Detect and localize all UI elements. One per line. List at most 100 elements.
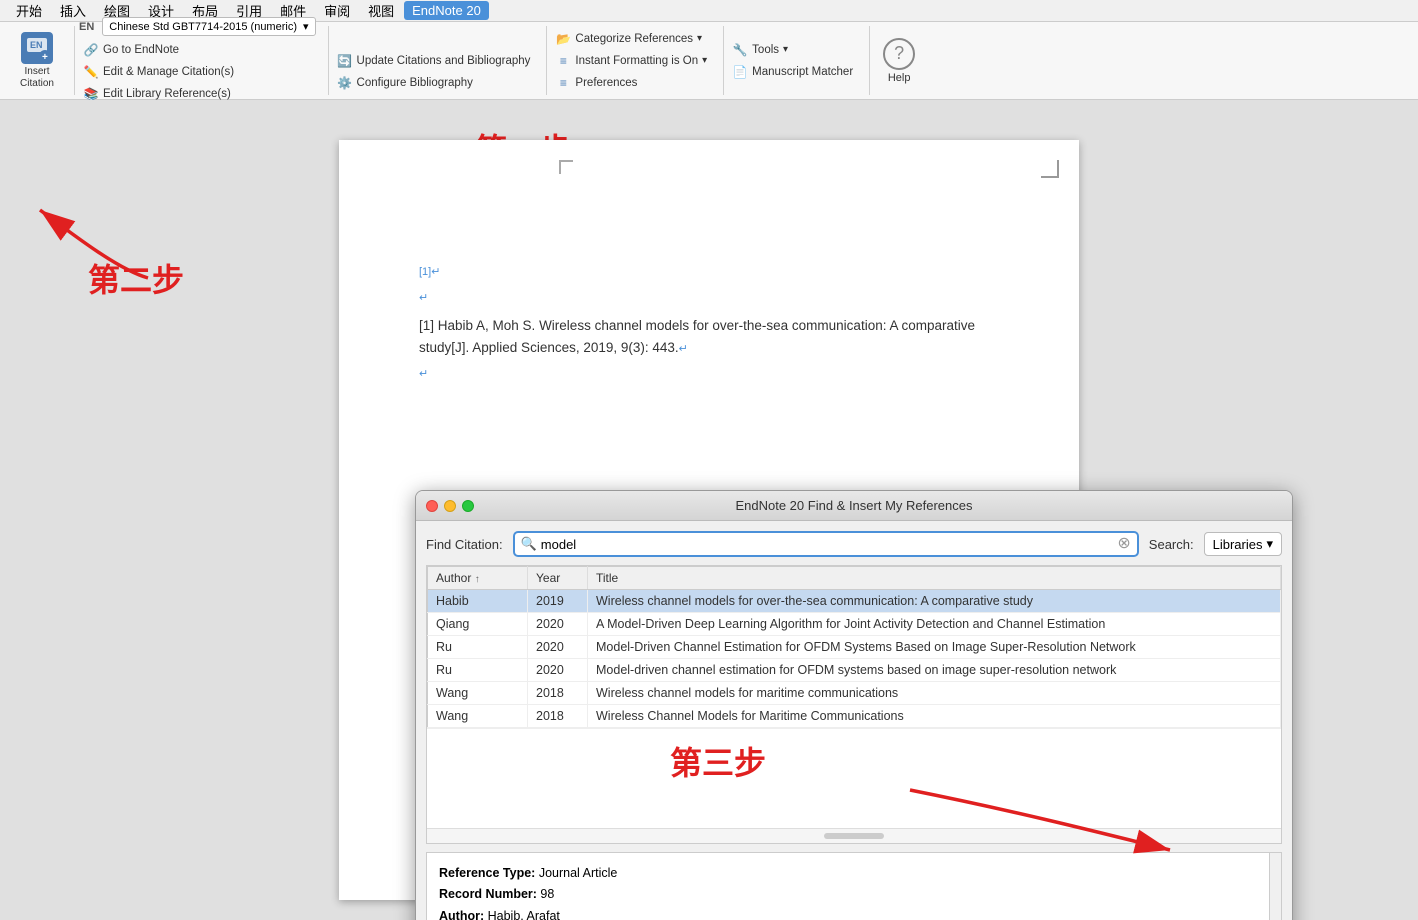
main-area: 第一步 第二步 [1]↵: [0, 100, 1418, 920]
update-citations-button[interactable]: 🔄 Update Citations and Bibliography: [333, 51, 535, 71]
clear-input-button[interactable]: ⊗: [1117, 536, 1130, 552]
detail-pane: Reference Type: Journal Article Record N…: [426, 852, 1282, 920]
svg-text:EN: EN: [30, 40, 43, 50]
author-cell: Ru: [428, 636, 528, 659]
ribbon: EN + InsertCitation EN Chinese Std GBT77…: [0, 22, 1418, 100]
close-button[interactable]: [426, 500, 438, 512]
step2-label: 第二步: [88, 255, 184, 301]
year-cell: 2020: [528, 659, 588, 682]
menu-start[interactable]: 开始: [8, 0, 50, 22]
table-row[interactable]: Ru 2020 Model-Driven Channel Estimation …: [428, 636, 1281, 659]
ribbon-group-format: 📂 Categorize References ▾ ≡ Instant Form…: [547, 26, 724, 95]
title-cell: Wireless Channel Models for Maritime Com…: [588, 705, 1281, 728]
manuscript-icon: 📄: [732, 64, 748, 80]
preferences-button[interactable]: ≡ Preferences: [551, 73, 641, 93]
page-corner-br: [1041, 160, 1059, 178]
dialog-title: EndNote 20 Find & Insert My References: [735, 498, 972, 513]
preferences-icon: ≡: [555, 75, 571, 91]
year-cell: 2019: [528, 590, 588, 613]
maximize-button[interactable]: [462, 500, 474, 512]
search-dropdown[interactable]: Libraries ▾: [1204, 532, 1282, 556]
categorize-references-button[interactable]: 📂 Categorize References ▾: [551, 29, 706, 49]
find-citation-label: Find Citation:: [426, 537, 503, 552]
edit-manage-button[interactable]: ✏️ Edit & Manage Citation(s): [79, 62, 238, 82]
ribbon-group-help: ? Help: [870, 26, 936, 95]
table-empty-space: [427, 728, 1281, 828]
dropdown-arrow-icon: ▾: [1266, 536, 1273, 552]
minimize-button[interactable]: [444, 500, 456, 512]
year-cell: 2018: [528, 682, 588, 705]
page-corner-tl: [559, 160, 573, 174]
insert-citation-icon: EN +: [21, 32, 53, 64]
menu-view[interactable]: 视图: [360, 0, 402, 22]
configure-bibliography-button[interactable]: ⚙️ Configure Bibliography: [333, 73, 477, 93]
author-cell: Wang: [428, 705, 528, 728]
search-icon: 🔍: [521, 536, 537, 552]
title-cell: Wireless channel models for maritime com…: [588, 682, 1281, 705]
ribbon-group-bibliography: 🔄 Update Citations and Bibliography ⚙️ C…: [329, 26, 548, 95]
detail-record-number: Record Number: 98: [439, 884, 1269, 905]
title-cell: Model-Driven Channel Estimation for OFDM…: [588, 636, 1281, 659]
author-column-header[interactable]: Author ↑: [428, 567, 528, 590]
title-column-header[interactable]: Title: [588, 567, 1281, 590]
table-row[interactable]: Ru 2020 Model-driven channel estimation …: [428, 659, 1281, 682]
ribbon-group-endnote: EN Chinese Std GBT7714-2015 (numeric) ▾ …: [75, 26, 329, 95]
reference-table: Author ↑ Year Title Habib 2019 Wireless …: [427, 566, 1281, 728]
reference-table-container: Author ↑ Year Title Habib 2019 Wireless …: [426, 565, 1282, 844]
year-column-header[interactable]: Year: [528, 567, 588, 590]
detail-author: Author: Habib, Arafat: [439, 906, 1269, 920]
tools-button[interactable]: 🔧 Tools ▾: [728, 40, 792, 60]
configure-icon: ⚙️: [337, 75, 353, 91]
table-header-row: Author ↑ Year Title: [428, 567, 1281, 590]
table-row[interactable]: Qiang 2020 A Model-Driven Deep Learning …: [428, 613, 1281, 636]
table-row[interactable]: Wang 2018 Wireless Channel Models for Ma…: [428, 705, 1281, 728]
help-icon: ?: [883, 38, 915, 70]
author-cell: Ru: [428, 659, 528, 682]
document-area: 第一步 第二步 [1]↵: [0, 100, 1418, 920]
title-cell: Model-driven channel estimation for OFDM…: [588, 659, 1281, 682]
insert-citation-label: InsertCitation: [20, 66, 54, 90]
year-cell: 2018: [528, 705, 588, 728]
go-to-endnote-button[interactable]: 🔗 Go to EndNote: [79, 40, 183, 60]
author-cell: Habib: [428, 590, 528, 613]
table-row[interactable]: Wang 2018 Wireless channel models for ma…: [428, 682, 1281, 705]
search-label: Search:: [1149, 537, 1194, 552]
categorize-icon: 📂: [555, 31, 571, 47]
dialog-title-bar: EndNote 20 Find & Insert My References: [416, 491, 1292, 521]
menu-endnote[interactable]: EndNote 20: [404, 1, 489, 20]
title-cell: Wireless channel models for over-the-sea…: [588, 590, 1281, 613]
search-option-label: Libraries: [1213, 537, 1263, 552]
end-mark: ↵: [419, 368, 428, 380]
instant-formatting-icon: ≡: [555, 53, 571, 69]
detail-scrollbar[interactable]: [1269, 853, 1281, 920]
author-cell: Qiang: [428, 613, 528, 636]
find-input-wrap: 🔍 ⊗: [513, 531, 1139, 557]
detail-reference-type: Reference Type: Journal Article: [439, 863, 1269, 884]
traffic-lights: [426, 500, 474, 512]
title-cell: A Model-Driven Deep Learning Algorithm f…: [588, 613, 1281, 636]
svg-text:+: +: [42, 52, 48, 62]
manuscript-matcher-button[interactable]: 📄 Manuscript Matcher: [728, 62, 857, 82]
find-citation-bar: Find Citation: 🔍 ⊗ Search: Libraries ▾: [426, 531, 1282, 557]
ribbon-group-tools: 🔧 Tools ▾ 📄 Manuscript Matcher: [724, 26, 870, 95]
help-button[interactable]: ? Help: [874, 29, 924, 93]
dialog-body: Find Citation: 🔍 ⊗ Search: Libraries ▾: [416, 521, 1292, 920]
instant-formatting-button[interactable]: ≡ Instant Formatting is On ▾: [551, 51, 711, 71]
menu-review[interactable]: 审阅: [316, 0, 358, 22]
year-cell: 2020: [528, 613, 588, 636]
style-dropdown[interactable]: Chinese Std GBT7714-2015 (numeric) ▾: [102, 17, 315, 36]
table-row[interactable]: Habib 2019 Wireless channel models for o…: [428, 590, 1281, 613]
insert-citation-button[interactable]: EN + InsertCitation: [12, 29, 62, 93]
author-cell: Wang: [428, 682, 528, 705]
scrollbar-indicator: [427, 828, 1281, 843]
ribbon-group-insert: EN + InsertCitation: [8, 26, 75, 95]
step3-label: 第三步: [670, 738, 766, 784]
update-icon: 🔄: [337, 53, 353, 69]
edit-manage-icon: ✏️: [83, 64, 99, 80]
find-citation-input[interactable]: [541, 537, 1114, 552]
citation-marker: [1]↵: [419, 266, 440, 278]
endnote-dialog: EndNote 20 Find & Insert My References F…: [415, 490, 1293, 920]
tools-icon: 🔧: [732, 42, 748, 58]
endnote-icon: 🔗: [83, 42, 99, 58]
year-cell: 2020: [528, 636, 588, 659]
